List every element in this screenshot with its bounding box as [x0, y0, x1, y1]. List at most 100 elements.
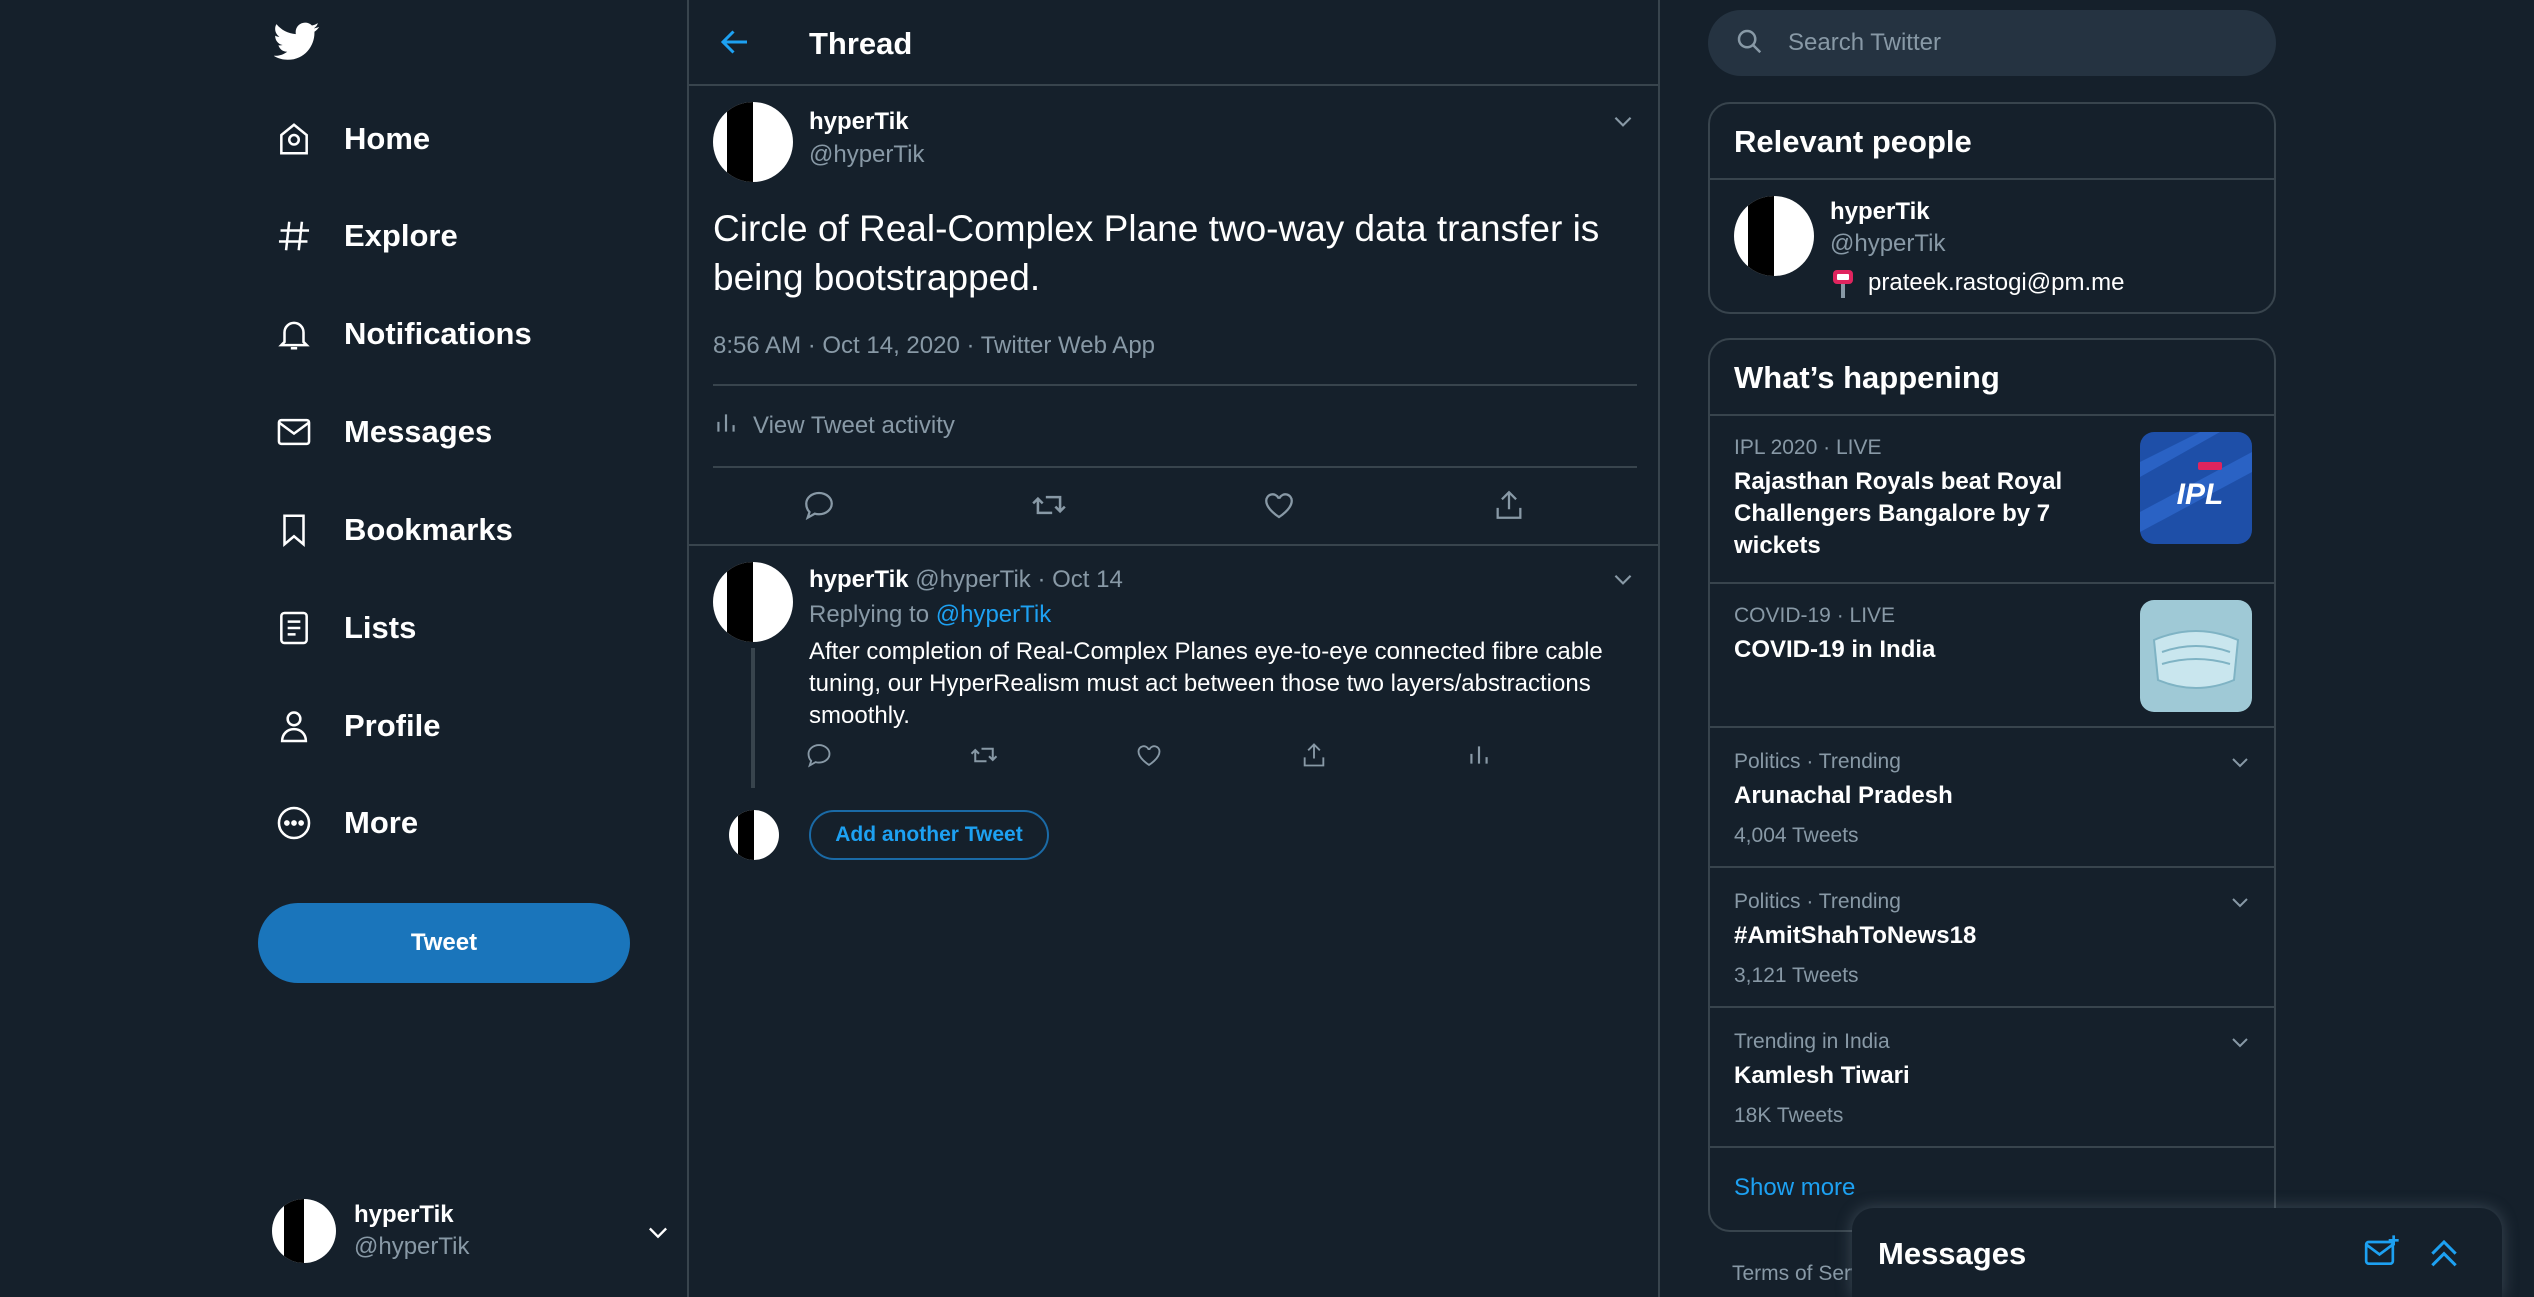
account-name: hyperTik	[354, 1201, 454, 1228]
retweet-icon[interactable]	[964, 740, 1004, 770]
tweet-actions	[789, 486, 1539, 524]
trend-item[interactable]: COVID-19 · LIVE COVID-19 in India	[1710, 584, 2274, 728]
search-bar[interactable]	[1708, 10, 2276, 76]
retweet-icon[interactable]	[1019, 486, 1079, 524]
nav-item-bookmarks[interactable]: Bookmarks	[274, 500, 513, 560]
trend-title: #AmitShahToNews18	[1734, 922, 1977, 949]
nav-label-profile: Profile	[344, 708, 441, 743]
view-tweet-activity-link[interactable]: View Tweet activity	[713, 398, 955, 454]
relevant-people-panel: Relevant people hyperTik @hyperTik prate…	[1708, 102, 2276, 314]
trend-context: Politics · Trending	[1734, 890, 1901, 913]
tweet-author-name[interactable]: hyperTik	[809, 108, 909, 136]
person-card[interactable]: hyperTik @hyperTik prateek.rastogi@pm.me	[1710, 180, 2274, 312]
replying-to: Replying to @hyperTik	[809, 601, 1051, 629]
divider	[713, 384, 1637, 386]
show-more-link[interactable]: Show more	[1734, 1174, 1855, 1202]
chevron-down-icon[interactable]	[1610, 566, 1636, 597]
trend-item[interactable]: Politics · Trending #AmitShahToNews18 3,…	[1710, 868, 2274, 1008]
trend-context: IPL 2020 · LIVE	[1734, 436, 1882, 459]
chevron-down-icon	[644, 1218, 672, 1251]
share-icon[interactable]	[1479, 488, 1539, 522]
trend-context: COVID-19 · LIVE	[1734, 604, 1896, 627]
page-title: Thread	[809, 26, 913, 61]
nav-label-bookmarks: Bookmarks	[344, 512, 513, 547]
add-another-tweet-button[interactable]: Add another Tweet	[809, 810, 1049, 860]
whats-happening-panel: What’s happening IPL 2020 · LIVE Rajasth…	[1708, 338, 2276, 1232]
chevron-down-icon[interactable]	[2228, 750, 2252, 779]
left-navigation: Home Explore Notifications Messages Book…	[258, 0, 688, 1297]
chevron-down-icon[interactable]	[2228, 1030, 2252, 1059]
mailbox-emoji-icon	[1830, 268, 1856, 298]
reply-handle-date[interactable]: @hyperTik · Oct 14	[915, 566, 1123, 593]
trend-title: Rajasthan Royals beat Royal Challengers …	[1734, 468, 2063, 559]
person-bio: prateek.rastogi@pm.me	[1830, 268, 2124, 298]
nav-label-home: Home	[344, 121, 431, 156]
home-icon	[274, 119, 314, 159]
like-heart-icon[interactable]	[1249, 488, 1309, 522]
person-bio-text: prateek.rastogi@pm.me	[1868, 269, 2125, 296]
avatar[interactable]	[713, 562, 793, 642]
trend-item[interactable]: Trending in India Kamlesh Tiwari 18K Twe…	[1710, 1008, 2274, 1148]
nav-item-explore[interactable]: Explore	[274, 206, 458, 266]
nav-label-messages: Messages	[344, 414, 493, 449]
back-arrow-icon[interactable]	[717, 24, 753, 65]
analytics-icon[interactable]	[1459, 742, 1499, 768]
tweet-author-handle[interactable]: @hyperTik	[809, 141, 925, 169]
nav-label-explore: Explore	[344, 218, 458, 253]
nav-item-home[interactable]: Home	[274, 109, 430, 169]
twitter-thread-page: Home Explore Notifications Messages Book…	[0, 0, 2534, 1297]
thread-column: Thread hyperTik @hyperTik Circle of Real…	[687, 0, 1660, 1297]
trend-title: Kamlesh Tiwari	[1734, 1062, 1910, 1089]
account-switcher[interactable]: hyperTik @hyperTik	[272, 1196, 672, 1266]
chevron-up-double-icon[interactable]	[2424, 1232, 2464, 1277]
avatar[interactable]	[1734, 196, 1814, 276]
more-circle-icon	[274, 803, 314, 843]
main-tweet: hyperTik @hyperTik Circle of Real-Comple…	[689, 86, 1658, 546]
nav-item-notifications[interactable]: Notifications	[274, 304, 532, 364]
replying-handle-link[interactable]: @hyperTik	[936, 601, 1052, 628]
list-icon	[274, 608, 314, 648]
person-icon	[274, 706, 314, 746]
avatar[interactable]	[713, 102, 793, 182]
nav-label-more: More	[344, 805, 419, 840]
new-message-icon[interactable]	[2362, 1232, 2402, 1277]
share-icon[interactable]	[1294, 741, 1334, 769]
person-name[interactable]: hyperTik	[1830, 198, 1930, 226]
bell-icon	[274, 314, 314, 354]
trend-item[interactable]: IPL 2020 · LIVE Rajasthan Royals beat Ro…	[1710, 416, 2274, 584]
trend-count: 3,121 Tweets	[1734, 964, 1859, 987]
like-heart-icon[interactable]	[1129, 741, 1169, 769]
avatar	[729, 810, 779, 860]
trend-count: 18K Tweets	[1734, 1104, 1844, 1127]
activity-label: View Tweet activity	[753, 412, 955, 439]
nav-item-lists[interactable]: Lists	[274, 598, 416, 658]
tweet-timestamp[interactable]: 8:56 AM · Oct 14, 2020 · Twitter Web App	[713, 332, 1155, 360]
thread-connector-line	[751, 648, 755, 788]
nav-item-profile[interactable]: Profile	[274, 696, 440, 756]
search-input[interactable]	[1788, 29, 2228, 57]
nav-item-messages[interactable]: Messages	[274, 402, 492, 462]
trend-context: Trending in India	[1734, 1030, 1890, 1053]
avatar	[272, 1199, 336, 1263]
twitter-logo-icon[interactable]	[273, 18, 322, 66]
reply-icon[interactable]	[799, 741, 839, 769]
envelope-icon	[274, 412, 314, 452]
right-sidebar: Relevant people hyperTik @hyperTik prate…	[1708, 0, 2278, 1297]
messages-drawer[interactable]: Messages	[1852, 1208, 2502, 1297]
nav-item-more[interactable]: More	[274, 793, 418, 853]
messages-drawer-title: Messages	[1878, 1236, 2027, 1271]
terms-of-service-link[interactable]: Terms of Serv	[1732, 1262, 1862, 1286]
hashtag-icon	[274, 216, 314, 256]
reply-tweet: hyperTik @hyperTik · Oct 14 Replying to …	[689, 546, 1658, 886]
reply-icon[interactable]	[789, 488, 849, 522]
chevron-down-icon[interactable]	[1610, 108, 1636, 139]
panel-title: What’s happening	[1710, 340, 2274, 416]
chevron-down-icon[interactable]	[2228, 890, 2252, 919]
account-names: hyperTik @hyperTik	[354, 1201, 470, 1261]
reply-author-name[interactable]: hyperTik	[809, 566, 909, 593]
svg-text:IPL: IPL	[2177, 478, 2224, 511]
tweet-button[interactable]: Tweet	[258, 903, 630, 983]
reply-text: After completion of Real-Complex Planes …	[809, 638, 1603, 729]
replying-prefix: Replying to	[809, 601, 930, 628]
trend-item[interactable]: Politics · Trending Arunachal Pradesh 4,…	[1710, 728, 2274, 868]
